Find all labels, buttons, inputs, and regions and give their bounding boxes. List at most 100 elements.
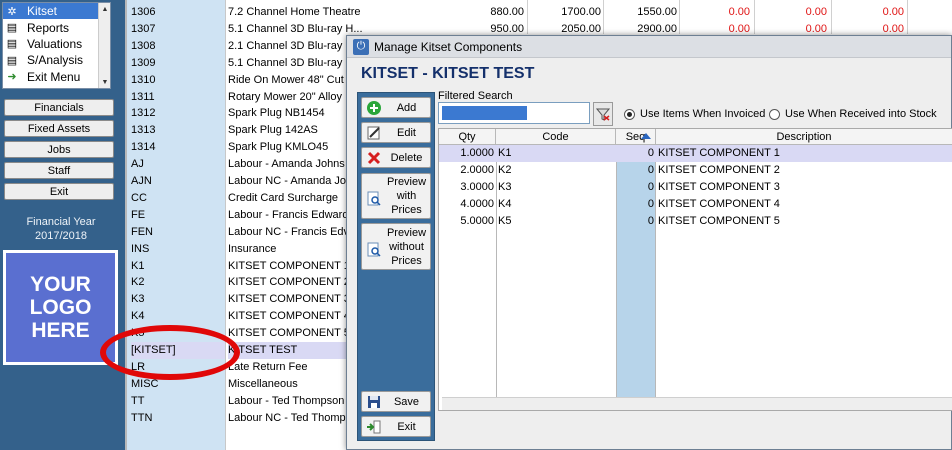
- preview-with-prices-label: Preview with Prices: [386, 176, 427, 216]
- dialog-toolbar: Add Edit Delete Preview with Prices Prev…: [357, 92, 435, 441]
- navigation-panel: ✲ Kitset ▤ Reports ▤ Valuations ▤ S/Anal…: [0, 0, 125, 450]
- column-divider: [603, 0, 604, 34]
- value-cell: 0.00: [805, 6, 827, 18]
- item-code-column: 1306 1307 1308 1309 1310 1311 1312 1313 1314 AJ AJ…: [125, 0, 225, 450]
- item-code-cell[interactable]: 1311: [131, 89, 225, 106]
- item-code-cell[interactable]: 1312: [131, 105, 225, 122]
- delete-icon: [365, 149, 383, 167]
- value-cell: 0.00: [728, 6, 750, 18]
- item-code-cell[interactable]: 1309: [131, 55, 225, 72]
- eraser-icon: [596, 108, 610, 121]
- column-divider: [527, 0, 528, 34]
- components-grid: Qty Code Seq Description 1.0000 K1 0 KITSET…: [438, 128, 952, 411]
- dialog-exit-button[interactable]: Exit: [361, 416, 431, 437]
- edit-button[interactable]: Edit: [361, 122, 431, 143]
- preview-without-prices-button[interactable]: Preview without Prices: [361, 223, 431, 270]
- document-icon: ▤: [6, 54, 18, 67]
- delete-button[interactable]: Delete: [361, 147, 431, 168]
- clear-filter-button[interactable]: [593, 102, 613, 126]
- edit-icon: [365, 124, 383, 142]
- item-code-cell[interactable]: K1: [131, 258, 225, 275]
- item-code-cell[interactable]: AJN: [131, 173, 225, 190]
- description-column-header[interactable]: Description: [656, 129, 952, 144]
- item-code-cell[interactable]: K4: [131, 308, 225, 325]
- desc-cell: KITSET COMPONENT 2: [658, 164, 780, 176]
- filtered-search-label: Filtered Search: [438, 90, 513, 102]
- module-list[interactable]: ✲ Kitset ▤ Reports ▤ Valuations ▤ S/Anal…: [2, 2, 111, 89]
- seq-cell: 0: [647, 181, 654, 193]
- code-column-header[interactable]: Code: [496, 129, 616, 144]
- item-code-cell[interactable]: TT: [131, 393, 225, 410]
- item-code-cell[interactable]: INS: [131, 241, 225, 258]
- item-code-cell[interactable]: AJ: [131, 156, 225, 173]
- document-icon: ▤: [6, 38, 18, 51]
- use-when-invoiced-radio[interactable]: Use Items When Invoiced: [624, 108, 765, 120]
- jobs-button[interactable]: Jobs: [4, 141, 114, 158]
- qty-column-header[interactable]: Qty: [439, 129, 496, 144]
- nav-item-exit-menu[interactable]: ➜ Exit Menu: [3, 69, 110, 85]
- kitset-heading: KITSET - KITSET TEST: [361, 65, 535, 82]
- preview-with-prices-button[interactable]: Preview with Prices: [361, 173, 431, 219]
- delete-label: Delete: [390, 151, 423, 164]
- add-button[interactable]: Add: [361, 97, 431, 118]
- save-label: Save: [393, 395, 420, 408]
- grid-horizontal-scrollbar[interactable]: [442, 397, 952, 410]
- item-code-cell[interactable]: 1313: [131, 122, 225, 139]
- exit-button[interactable]: Exit: [4, 183, 114, 200]
- item-code-cell[interactable]: K3: [131, 291, 225, 308]
- radio-unselected-indicator: [769, 108, 780, 120]
- grid-row[interactable]: 3.0000 K3 0 KITSET COMPONENT 3: [439, 179, 952, 196]
- code-cell: K5: [498, 215, 512, 227]
- item-code-cell[interactable]: FE: [131, 207, 225, 224]
- grid-row[interactable]: 2.0000 K2 0 KITSET COMPONENT 2: [439, 162, 952, 179]
- fixed-assets-button[interactable]: Fixed Assets: [4, 120, 114, 137]
- sort-ascending-icon: [641, 133, 651, 139]
- item-code-cell[interactable]: 1314: [131, 139, 225, 156]
- desc-cell: KITSET COMPONENT 5: [658, 215, 780, 227]
- grid-row[interactable]: 4.0000 K4 0 KITSET COMPONENT 4: [439, 196, 952, 213]
- nav-item-label: Valuations: [27, 36, 83, 51]
- search-selection-highlight: [442, 106, 527, 120]
- grid-row[interactable]: 1.0000 K1 0 KITSET COMPONENT 1: [439, 145, 952, 162]
- item-code-cell[interactable]: 1306: [131, 4, 225, 21]
- nav-item-valuations[interactable]: ▤ Valuations: [3, 36, 110, 52]
- logo-placeholder-text: YOUR LOGO HERE: [6, 253, 115, 362]
- code-cell: K2: [498, 164, 512, 176]
- nav-item-label: Reports: [27, 20, 70, 35]
- radio-label: Use Items When Invoiced: [640, 108, 766, 120]
- nav-item-label: Kitset: [27, 4, 58, 19]
- scroll-down-icon[interactable]: ▼: [99, 76, 110, 88]
- value-cell: 0.00: [882, 6, 904, 18]
- grid-row[interactable]: 5.0000 K5 0 KITSET COMPONENT 5: [439, 213, 952, 230]
- scroll-up-icon[interactable]: ▲: [99, 3, 110, 15]
- dialog-exit-label: Exit: [397, 420, 416, 433]
- qty-cell: 5.0000: [460, 215, 494, 227]
- document-icon: ▤: [6, 22, 18, 35]
- exit-icon: ➜: [7, 71, 17, 84]
- seq-column-header[interactable]: Seq: [616, 129, 656, 144]
- save-button[interactable]: Save: [361, 391, 431, 412]
- module-list-scrollbar[interactable]: ▲ ▼: [98, 3, 110, 88]
- item-code-cell[interactable]: TTN: [131, 410, 225, 427]
- item-code-cell[interactable]: 1308: [131, 38, 225, 55]
- save-icon: [365, 393, 383, 411]
- financials-button[interactable]: Financials: [4, 99, 114, 116]
- qty-cell: 2.0000: [460, 164, 494, 176]
- gear-icon: ✲: [7, 5, 17, 18]
- use-when-received-radio[interactable]: Use When Received into Stock: [769, 108, 937, 120]
- nav-item-reports[interactable]: ▤ Reports: [3, 19, 110, 35]
- column-divider: [907, 0, 908, 34]
- preview-icon: [365, 241, 383, 259]
- filtered-search-input[interactable]: [438, 102, 590, 124]
- nav-item-kitset[interactable]: ✲ Kitset: [3, 3, 110, 20]
- item-code-cell[interactable]: CC: [131, 190, 225, 207]
- item-code-cell[interactable]: 1307: [131, 21, 225, 38]
- item-code-cell[interactable]: 1310: [131, 72, 225, 89]
- staff-button[interactable]: Staff: [4, 162, 114, 179]
- item-description-cell[interactable]: 7.2 Channel Home Theatre: [228, 4, 468, 21]
- item-code-cell[interactable]: FEN: [131, 224, 225, 241]
- dialog-title-bar[interactable]: ⏻ Manage Kitset Components: [347, 36, 951, 58]
- code-cell: K4: [498, 198, 512, 210]
- nav-item-s-analysis[interactable]: ▤ S/Analysis: [3, 52, 110, 68]
- item-code-cell[interactable]: K2: [131, 274, 225, 291]
